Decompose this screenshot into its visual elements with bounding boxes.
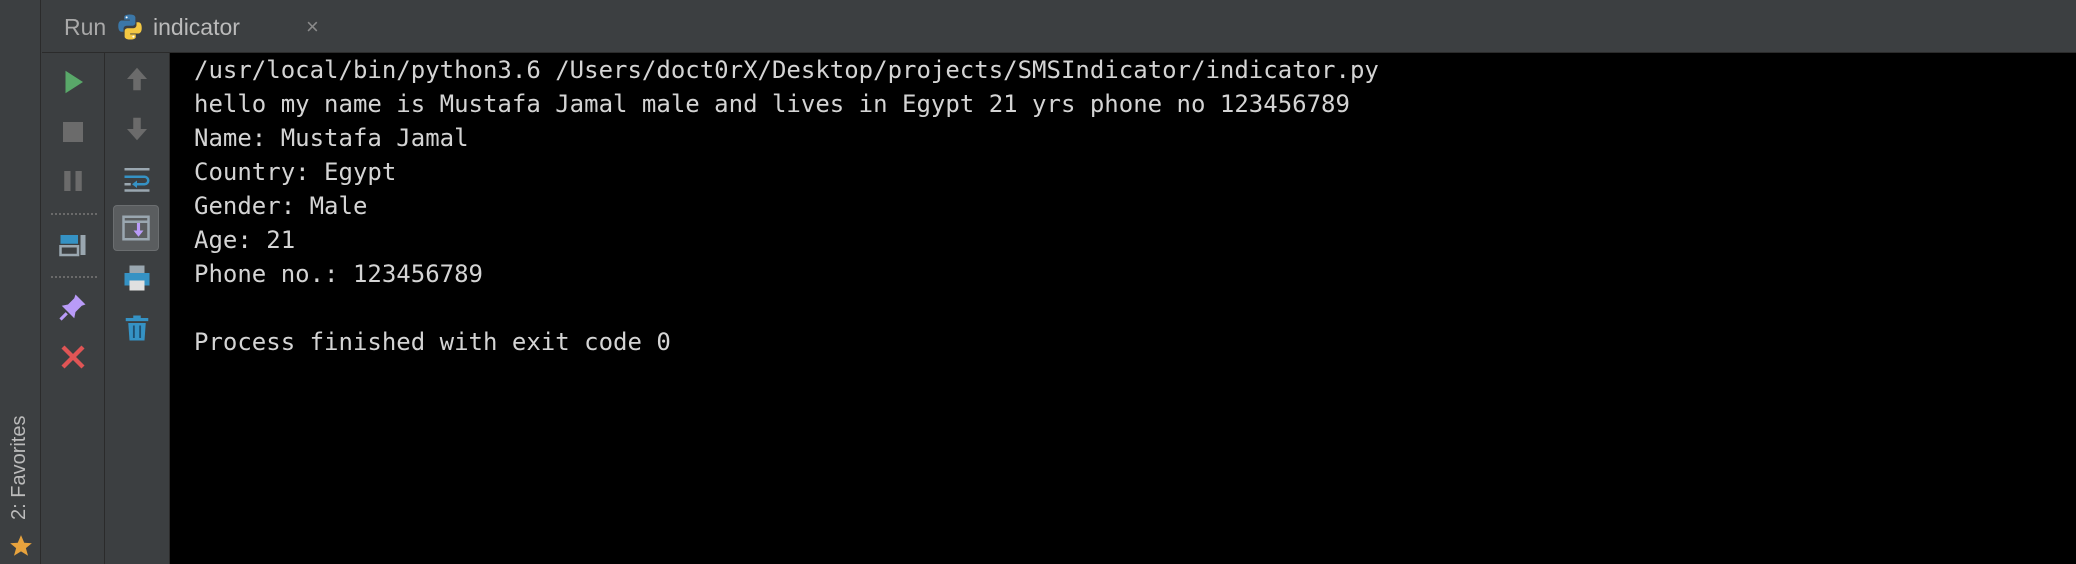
favorites-tab[interactable]: 2: Favorites <box>8 416 31 520</box>
console-line: Name: Mustafa Jamal <box>194 124 469 152</box>
restore-layout-icon <box>59 235 86 257</box>
print-button[interactable] <box>119 260 155 296</box>
stop-icon <box>63 122 83 142</box>
console-line: Age: 21 <box>194 226 296 254</box>
down-arrow-icon <box>127 117 147 141</box>
pause-button[interactable] <box>55 163 91 199</box>
print-icon <box>124 265 150 291</box>
up-arrow-icon <box>127 67 147 91</box>
scroll-to-end-icon <box>122 215 150 241</box>
clear-all-button[interactable] <box>119 310 155 346</box>
pin-tab-button[interactable] <box>55 289 91 325</box>
down-stack-frame-button[interactable] <box>119 111 155 147</box>
soft-wrap-icon <box>124 168 150 192</box>
run-tool-window-header: Run indicator × <box>42 0 2076 53</box>
close-button[interactable] <box>55 339 91 375</box>
toolbar-separator <box>51 276 97 278</box>
restore-layout-button[interactable] <box>55 227 91 263</box>
run-tab-title[interactable]: indicator <box>153 14 240 41</box>
stop-button[interactable] <box>55 114 91 150</box>
soft-wrap-button[interactable] <box>119 160 155 196</box>
console-line: Country: Egypt <box>194 158 397 186</box>
star-icon <box>10 535 32 556</box>
run-toolbar-primary <box>42 53 105 564</box>
console-line: Process finished with exit code 0 <box>194 328 671 356</box>
console-output[interactable]: /usr/local/bin/python3.6 /Users/doct0rX/… <box>170 53 2076 564</box>
up-stack-frame-button[interactable] <box>119 61 155 97</box>
python-icon <box>118 14 142 40</box>
run-toolbar-secondary <box>105 53 170 564</box>
rerun-icon <box>65 70 83 94</box>
toolbar-separator <box>51 213 97 215</box>
run-label: Run <box>64 14 107 40</box>
scroll-to-end-button[interactable] <box>113 205 159 251</box>
rerun-button[interactable] <box>55 64 91 100</box>
pin-icon <box>59 294 86 321</box>
console-line: hello my name is Mustafa Jamal male and … <box>194 90 1350 118</box>
tab-close-icon[interactable]: × <box>306 15 319 39</box>
close-icon <box>61 345 85 369</box>
console-line: Gender: Male <box>194 192 368 220</box>
console-line: /usr/local/bin/python3.6 /Users/doct0rX/… <box>194 56 1379 84</box>
favorites-strip: 2: Favorites <box>0 0 41 564</box>
trash-icon <box>125 315 149 341</box>
pause-icon <box>64 171 82 191</box>
console-line: Phone no.: 123456789 <box>194 260 483 288</box>
